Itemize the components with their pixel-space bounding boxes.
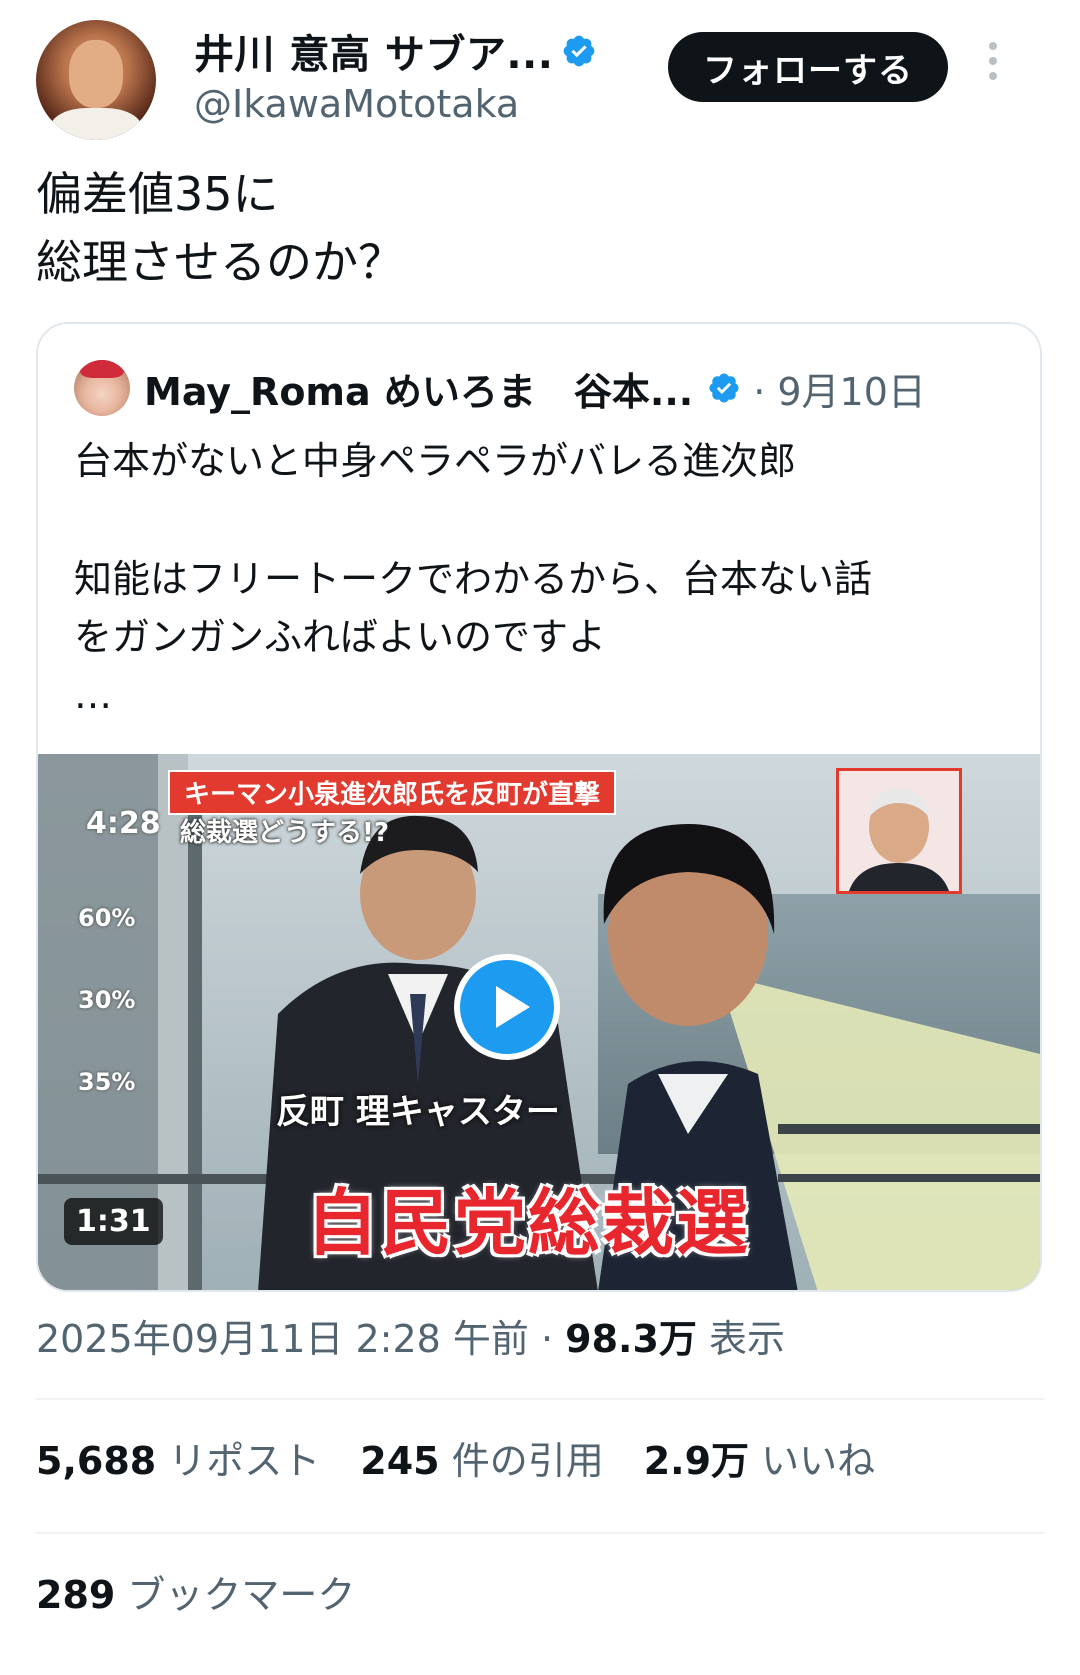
reposts-count: 5,688 <box>36 1439 157 1483</box>
tweet-text: 偏差値35に 総理させるのか？ <box>36 160 404 296</box>
engagement-stats: 5,688 リポスト 245 件の引用 2.9万 いいね <box>36 1430 915 1485</box>
quotes-label: 件の引用 <box>439 1439 604 1483</box>
video-time-overlay: 4:28 <box>86 806 161 841</box>
reposts-label: リポスト <box>156 1439 321 1483</box>
inset-portrait <box>836 768 962 894</box>
quoted-tweet-body: 台本がないと中身ペラペラがバレる進次郎 知能はフリートークでわかるから、台本ない… <box>74 432 1014 724</box>
author-handle[interactable]: @IkawaMototaka <box>194 82 597 126</box>
divider <box>36 1398 1044 1400</box>
quoted-tweet[interactable]: May_Roma めいろま 谷本... · 9月10日 台本がないと中身ペラペラ… <box>36 322 1042 1292</box>
quoted-tweet-header: May_Roma めいろま 谷本... · 9月10日 <box>74 360 926 416</box>
quoted-author-name[interactable]: May_Roma めいろま 谷本... <box>144 361 693 416</box>
quoted-author-avatar[interactable] <box>74 360 130 416</box>
bookmarks-label: ブックマーク <box>115 1573 356 1617</box>
author-avatar[interactable] <box>36 20 156 140</box>
quotes-stat[interactable]: 245 件の引用 <box>360 1439 603 1483</box>
divider <box>36 1532 1044 1534</box>
quoted-text-line: をガンガンふればよいのですよ <box>74 615 607 659</box>
quoted-text-line: 台本がないと中身ペラペラがバレる進次郎 <box>74 439 797 483</box>
tweet-header: 井川 意高 サブア... @IkawaMototaka フォローする <box>36 18 1044 140</box>
verified-badge-icon <box>709 373 739 403</box>
quoted-text-ellipsis: … <box>74 673 112 717</box>
views-count: 98.3万 <box>565 1317 697 1361</box>
verified-badge-icon <box>564 35 595 67</box>
meta-separator: · <box>528 1317 566 1361</box>
video-caption-banner: キーマン小泉進次郎氏を反町が直撃 <box>168 770 617 815</box>
author-block[interactable]: 井川 意高 サブア... @IkawaMototaka <box>194 26 597 126</box>
tweet-text-line: 総理させるのか？ <box>36 235 404 289</box>
likes-label: いいね <box>749 1439 876 1483</box>
avatar-face <box>69 40 123 108</box>
video-player[interactable]: キーマン小泉進次郎氏を反町が直撃 総裁選どうする!? 4:28 60% 30% … <box>38 754 1040 1290</box>
views-label: 表示 <box>696 1317 786 1361</box>
quoted-text-line: 知能はフリートークでわかるから、台本ない話 <box>74 557 873 601</box>
likes-count: 2.9万 <box>643 1439 750 1483</box>
video-caption-subtitle: 総裁選どうする!? <box>180 818 389 848</box>
author-name-row: 井川 意高 サブア... <box>194 26 597 78</box>
video-main-caption: 自民党総裁選 <box>306 1181 751 1265</box>
author-name[interactable]: 井川 意高 サブア... <box>194 22 553 80</box>
likes-stat[interactable]: 2.9万 いいね <box>644 1439 875 1483</box>
video-caster-caption: 反町 理キャスター <box>276 1092 560 1132</box>
follow-button[interactable]: フォローする <box>668 32 948 102</box>
quoted-tweet-date[interactable]: · 9月10日 <box>753 361 926 416</box>
tweet-meta: 2025年09月11日 2:28 午前 · 98.3万 表示 <box>36 1308 785 1363</box>
bookmarks-count: 289 <box>36 1573 116 1617</box>
more-options-icon[interactable] <box>978 42 1008 92</box>
video-side-stats: 60% 30% 35% <box>78 904 168 1150</box>
side-stat: 30% <box>78 986 136 1014</box>
tweet-text-line: 偏差値35に <box>36 167 279 221</box>
side-stat: 35% <box>78 1068 136 1096</box>
video-duration: 1:31 <box>64 1198 163 1245</box>
tweet-timestamp[interactable]: 2025年09月11日 2:28 午前 <box>36 1317 529 1361</box>
side-stat: 60% <box>78 904 136 932</box>
bookmarks-stat[interactable]: 289 ブックマーク <box>36 1564 355 1619</box>
avatar-hat <box>80 360 124 378</box>
reposts-stat[interactable]: 5,688 リポスト <box>36 1439 320 1483</box>
quotes-count: 245 <box>360 1439 440 1483</box>
avatar-shirt <box>50 108 142 140</box>
play-icon[interactable] <box>452 952 562 1062</box>
